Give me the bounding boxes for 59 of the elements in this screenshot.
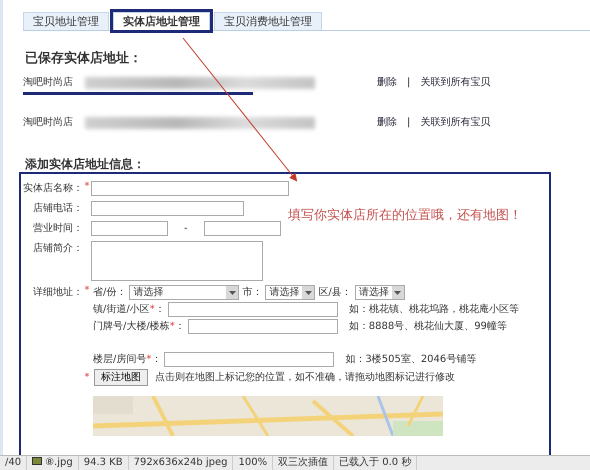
required-mark: * bbox=[84, 372, 90, 384]
hint-text: 如：8888号、桃花仙大厦、99幢等 bbox=[348, 320, 507, 333]
separator: - bbox=[184, 222, 188, 235]
dropdown[interactable]: 请选择 bbox=[265, 285, 316, 300]
field-label: 区/县： bbox=[318, 286, 352, 299]
dropdown-value: 请选择 bbox=[358, 286, 389, 299]
separator: | bbox=[407, 77, 410, 90]
dropdown[interactable]: 请选择 bbox=[354, 285, 405, 300]
separator: | bbox=[407, 117, 410, 130]
section-title: 添加实体店地址信息： bbox=[25, 157, 146, 172]
action-link[interactable]: 删除 bbox=[377, 117, 397, 130]
field-label: 店铺电话： bbox=[32, 202, 83, 216]
field-label: 实体店名称： bbox=[22, 182, 83, 196]
hint-text: 如：3楼505室、2046号铺等 bbox=[345, 354, 476, 366]
field-label: 详细地址： bbox=[32, 286, 83, 300]
status-text: 100% bbox=[233, 456, 274, 470]
status-text: 94.3 KB bbox=[78, 456, 129, 470]
text-area[interactable] bbox=[91, 241, 263, 282]
caret-icon bbox=[392, 286, 404, 300]
shop-name: 淘吧时尚店 bbox=[23, 77, 74, 90]
tab[interactable]: 宝贝消费地址管理 bbox=[214, 12, 322, 30]
input-field[interactable] bbox=[168, 302, 338, 318]
field-label: 店铺简介： bbox=[32, 242, 83, 256]
dropdown-value: 请选择 bbox=[269, 286, 300, 299]
dropdown-value: 请选择 bbox=[133, 286, 164, 299]
action-link[interactable]: 关联到所有宝贝 bbox=[420, 117, 490, 130]
caret-icon bbox=[226, 286, 238, 300]
annotation-text: 填写你实体店所在的位置哦，还有地图！ bbox=[288, 208, 522, 224]
input-field[interactable] bbox=[91, 201, 244, 216]
shop-name: 淘吧时尚店 bbox=[23, 117, 74, 130]
field-label: 营业时间： bbox=[32, 222, 83, 236]
input-field[interactable] bbox=[91, 221, 168, 236]
action-link[interactable]: 删除 bbox=[377, 77, 397, 90]
hint-text: 如：桃花镇、桃花坞路，桃花庵小区等 bbox=[348, 304, 519, 316]
dropdown[interactable]: 请选择 bbox=[129, 285, 240, 300]
input-field[interactable] bbox=[91, 181, 289, 196]
status-text: 792x636x24b jpeg bbox=[128, 456, 234, 470]
action-link[interactable]: 关联到所有宝贝 bbox=[420, 77, 490, 90]
required-mark: * bbox=[84, 181, 90, 194]
field-label: 门牌号/大楼/楼栋*： bbox=[93, 320, 185, 333]
input-field[interactable] bbox=[204, 221, 281, 236]
tab[interactable]: 实体店地址管理 bbox=[113, 12, 210, 30]
field-label: 楼层/房间号*： bbox=[93, 354, 162, 366]
image-icon bbox=[32, 457, 42, 465]
tab[interactable]: 宝贝地址管理 bbox=[23, 12, 109, 30]
section-title: 已保存实体店地址： bbox=[25, 51, 143, 68]
required-mark: * bbox=[84, 285, 90, 298]
status-text: 已载入于 0.0 秒 bbox=[334, 456, 418, 470]
input-field[interactable] bbox=[164, 352, 334, 368]
input-field[interactable] bbox=[188, 319, 338, 334]
caret-icon bbox=[302, 286, 314, 300]
hint-text: 点击则在地图上标记您的位置，如不准确，请拖动地图标记进行修改 bbox=[155, 372, 455, 384]
field-label: 市： bbox=[242, 286, 262, 299]
map-button[interactable]: 标注地图 bbox=[94, 369, 148, 386]
status-text: ⑧.jpg bbox=[45, 457, 73, 468]
field-label: 省/份： bbox=[93, 286, 126, 299]
status-text: 双三次插值 bbox=[273, 456, 334, 470]
field-label: 镇/街道/小区*： bbox=[93, 304, 165, 316]
status-text: /40 bbox=[0, 456, 28, 470]
